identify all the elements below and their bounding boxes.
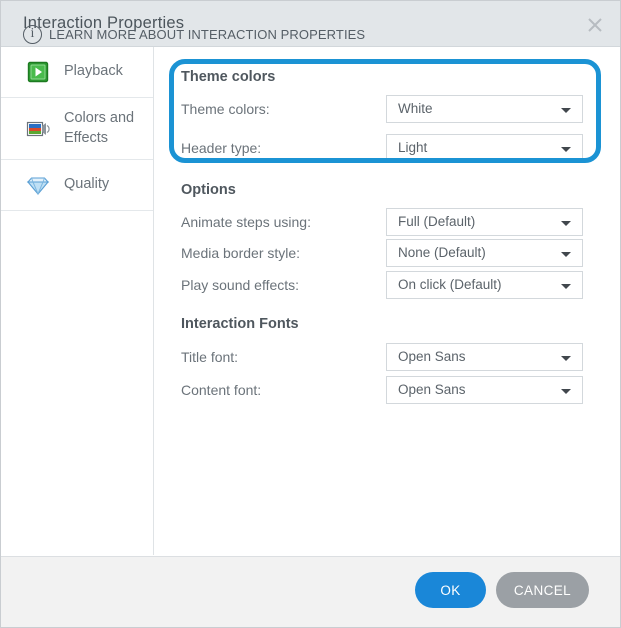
interaction-properties-dialog: Interaction Properties Playback Colors a… xyxy=(0,0,621,628)
dropdown-play-sound-effects[interactable]: On click (Default) xyxy=(386,271,583,299)
dropdown-value: Light xyxy=(398,140,428,155)
dropdown-value: White xyxy=(398,101,433,116)
chevron-down-icon xyxy=(561,108,571,113)
play-button-icon xyxy=(25,59,51,85)
colors-effects-icon xyxy=(25,116,51,142)
label-content-font: Content font: xyxy=(181,382,262,398)
dropdown-value: Full (Default) xyxy=(398,214,476,229)
dropdown-theme-colors[interactable]: White xyxy=(386,95,583,123)
label-play-sound-effects: Play sound effects: xyxy=(181,277,300,293)
chevron-down-icon xyxy=(561,147,571,152)
section-title-theme-colors: Theme colors xyxy=(181,69,276,85)
learn-more-link[interactable]: LEARN MORE ABOUT INTERACTION PROPERTIES xyxy=(23,25,365,44)
close-icon[interactable] xyxy=(578,9,612,39)
label-header-type: Header type: xyxy=(181,140,262,156)
sidebar-item-label: Colors and Effects xyxy=(64,110,135,146)
sidebar-item-playback[interactable]: Playback xyxy=(1,47,153,98)
cancel-button[interactable]: CANCEL xyxy=(496,572,589,608)
dropdown-value: On click (Default) xyxy=(398,277,502,292)
chevron-down-icon xyxy=(561,252,571,257)
label-title-font: Title font: xyxy=(181,349,239,365)
sidebar-item-label: Playback xyxy=(64,63,123,80)
dropdown-title-font[interactable]: Open Sans xyxy=(386,343,583,371)
section-title-options: Options xyxy=(181,182,236,198)
settings-panel: Theme colors Theme colors: White Header … xyxy=(155,47,620,555)
chevron-down-icon xyxy=(561,356,571,361)
sidebar-item-quality[interactable]: Quality xyxy=(1,160,153,211)
chevron-down-icon xyxy=(561,284,571,289)
dropdown-media-border-style[interactable]: None (Default) xyxy=(386,239,583,267)
ok-button[interactable]: OK xyxy=(415,572,486,608)
info-circle-icon xyxy=(23,25,42,44)
dropdown-content-font[interactable]: Open Sans xyxy=(386,376,583,404)
dropdown-value: Open Sans xyxy=(398,349,466,364)
chevron-down-icon xyxy=(561,221,571,226)
sidebar-item-colors-and-effects[interactable]: Colors and Effects xyxy=(1,98,153,160)
diamond-icon xyxy=(25,172,51,198)
label-media-border-style: Media border style: xyxy=(181,245,301,261)
section-title-interaction-fonts: Interaction Fonts xyxy=(181,316,299,332)
dropdown-animate-steps-using[interactable]: Full (Default) xyxy=(386,208,583,236)
dropdown-value: Open Sans xyxy=(398,382,466,397)
sidebar-item-label: Quality xyxy=(64,176,110,193)
sidebar: Playback Colors and Effects Quality xyxy=(1,47,154,555)
chevron-down-icon xyxy=(561,389,571,394)
label-theme-colors: Theme colors: xyxy=(181,101,270,117)
dropdown-header-type[interactable]: Light xyxy=(386,134,583,162)
dropdown-value: None (Default) xyxy=(398,245,486,260)
label-animate-steps-using: Animate steps using: xyxy=(181,214,311,230)
learn-more-label: LEARN MORE ABOUT INTERACTION PROPERTIES xyxy=(49,27,366,42)
